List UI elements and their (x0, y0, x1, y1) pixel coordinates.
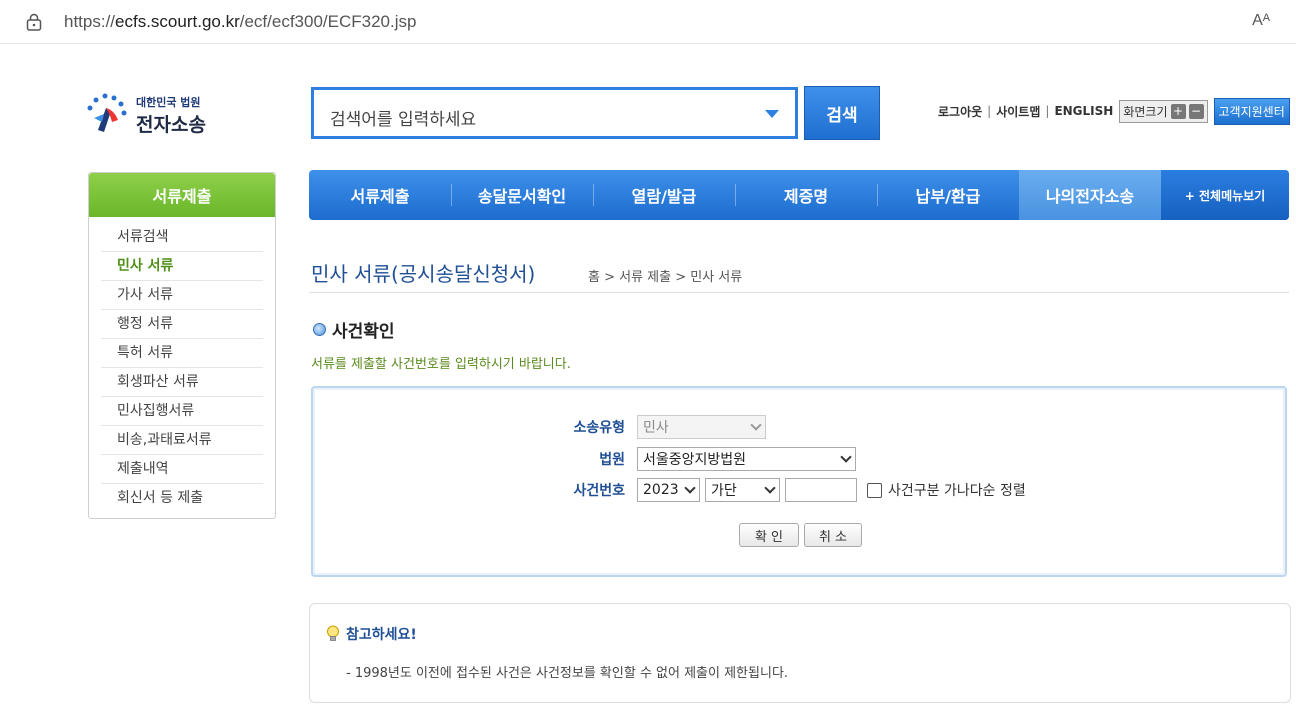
search-placeholder: 검색어를 입력하세요 (330, 110, 477, 130)
notice-title: 참고하세요! (346, 627, 417, 643)
label-case-type: 소송유형 (573, 420, 625, 436)
sidebar-item-family[interactable]: 가사 서류 (101, 281, 263, 310)
logout-link[interactable]: 로그아웃 (938, 103, 982, 120)
sort-checkbox-label[interactable]: 사건구분 가나다순 정렬 (888, 480, 1026, 500)
notice-box: 참고하세요! - 1998년도 이전에 접수된 사건은 사건정보를 확인할 수 … (309, 603, 1291, 703)
site-logo[interactable]: 대한민국 법원 전자소송 (84, 90, 224, 138)
sidebar-item-bankruptcy[interactable]: 회생파산 서류 (101, 368, 263, 397)
read-aloud-icon[interactable]: Aᴬ (1252, 12, 1270, 30)
notice-body: - 1998년도 이전에 접수된 사건은 사건정보를 확인할 수 없어 제출이 … (346, 666, 789, 681)
row-case-number: 사건번호 2023 가단 사건구분 가나다순 정렬 (561, 478, 1026, 502)
sidebar-item-civil-execution[interactable]: 민사집행서류 (101, 397, 263, 426)
notice-heading: 참고하세요! (326, 624, 417, 644)
bullet-icon (313, 323, 326, 336)
nav-service-check[interactable]: 송달문서확인 (451, 170, 593, 220)
sidebar-item-non-contentious[interactable]: 비송,과태료서류 (101, 426, 263, 455)
sidebar-item-patent[interactable]: 특허 서류 (101, 339, 263, 368)
logo-subtitle: 대한민국 법원 (136, 96, 201, 109)
chevron-down-icon (750, 419, 762, 431)
sidebar-item-submission-history[interactable]: 제출내역 (101, 455, 263, 484)
label-case-number: 사건번호 (573, 483, 625, 499)
court-select[interactable]: 서울중앙지방법원 (637, 447, 856, 471)
case-number-input[interactable] (785, 478, 857, 502)
chevron-down-icon (684, 482, 696, 494)
lightbulb-icon (327, 625, 339, 641)
nav-certificates[interactable]: 제증명 (735, 170, 877, 220)
search-button[interactable]: 검색 (804, 86, 880, 140)
browser-address-bar[interactable]: https://ecfs.scourt.go.kr/ecf/ecf300/ECF… (0, 0, 1296, 44)
sidebar-menu: 서류검색 민사 서류 가사 서류 행정 서류 특허 서류 회생파산 서류 민사집… (89, 217, 275, 513)
nav-payment-refund[interactable]: 납부/환급 (877, 170, 1019, 220)
chevron-down-icon (840, 451, 852, 463)
row-case-type: 소송유형 민사 (561, 415, 766, 439)
case-check-form: 소송유형 민사 법원 서울중앙지방법원 사건번호 2023 가단 사건구분 가나… (311, 386, 1287, 577)
section-title: 사건확인 (332, 322, 395, 342)
english-link[interactable]: ENGLISH (1054, 104, 1113, 118)
sitemap-link[interactable]: 사이트맵 (996, 103, 1040, 120)
case-category-select[interactable]: 가단 (705, 478, 780, 502)
zoom-out-button[interactable]: − (1188, 103, 1204, 119)
breadcrumb: 홈 > 서류 제출 > 민사 서류 (588, 270, 743, 285)
cancel-button[interactable]: 취 소 (804, 523, 862, 547)
court-logo-icon (87, 93, 127, 132)
sidebar-item-reply-submission[interactable]: 회신서 등 제출 (101, 484, 263, 513)
screen-size-label: 화면크기 (1123, 104, 1168, 119)
sort-checkbox[interactable] (867, 482, 882, 498)
zoom-in-button[interactable]: + (1170, 103, 1186, 119)
lock-icon (26, 13, 42, 31)
logo-title: 전자소송 (136, 114, 206, 136)
confirm-button[interactable]: 확 인 (739, 523, 799, 547)
sidebar: 서류제출 서류검색 민사 서류 가사 서류 행정 서류 특허 서류 회생파산 서… (88, 172, 276, 519)
sidebar-title: 서류제출 (89, 173, 275, 217)
sidebar-item-civil[interactable]: 민사 서류 (101, 252, 263, 281)
screen-size-control: 화면크기 + − (1119, 99, 1208, 123)
sidebar-item-document-search[interactable]: 서류검색 (101, 223, 263, 252)
chevron-down-icon (764, 482, 776, 494)
sidebar-item-administrative[interactable]: 행정 서류 (101, 310, 263, 339)
nav-view-issue[interactable]: 열람/발급 (593, 170, 735, 220)
section-description: 서류를 제출할 사건번호를 입력하시기 바랍니다. (311, 357, 571, 372)
section-heading: 사건확인 (313, 317, 395, 342)
support-center-button[interactable]: 고객지원센터 (1213, 97, 1290, 125)
page-title: 민사 서류(공시송달신청서) (311, 262, 536, 286)
case-type-select: 민사 (637, 415, 766, 439)
year-select[interactable]: 2023 (637, 478, 700, 502)
search-input[interactable]: 검색어를 입력하세요 (311, 87, 798, 139)
nav-my-e-litigation[interactable]: 나의전자소송 (1019, 170, 1161, 220)
main-nav: 서류제출 송달문서확인 열람/발급 제증명 납부/환급 나의전자소송 + 전체메… (309, 170, 1289, 220)
row-court: 법원 서울중앙지방법원 (561, 447, 856, 471)
title-divider (309, 292, 1289, 293)
url-text[interactable]: https://ecfs.scourt.go.kr/ecf/ecf300/ECF… (64, 12, 416, 32)
utility-links: 로그아웃 | 사이트맵 | ENGLISH 화면크기 + − 고객지원센터 (938, 97, 1290, 125)
nav-all-menu[interactable]: + 전체메뉴보기 (1161, 170, 1289, 220)
dropdown-arrow-icon[interactable] (765, 110, 779, 118)
label-court: 법원 (599, 452, 625, 468)
nav-document-submit[interactable]: 서류제출 (309, 170, 451, 220)
